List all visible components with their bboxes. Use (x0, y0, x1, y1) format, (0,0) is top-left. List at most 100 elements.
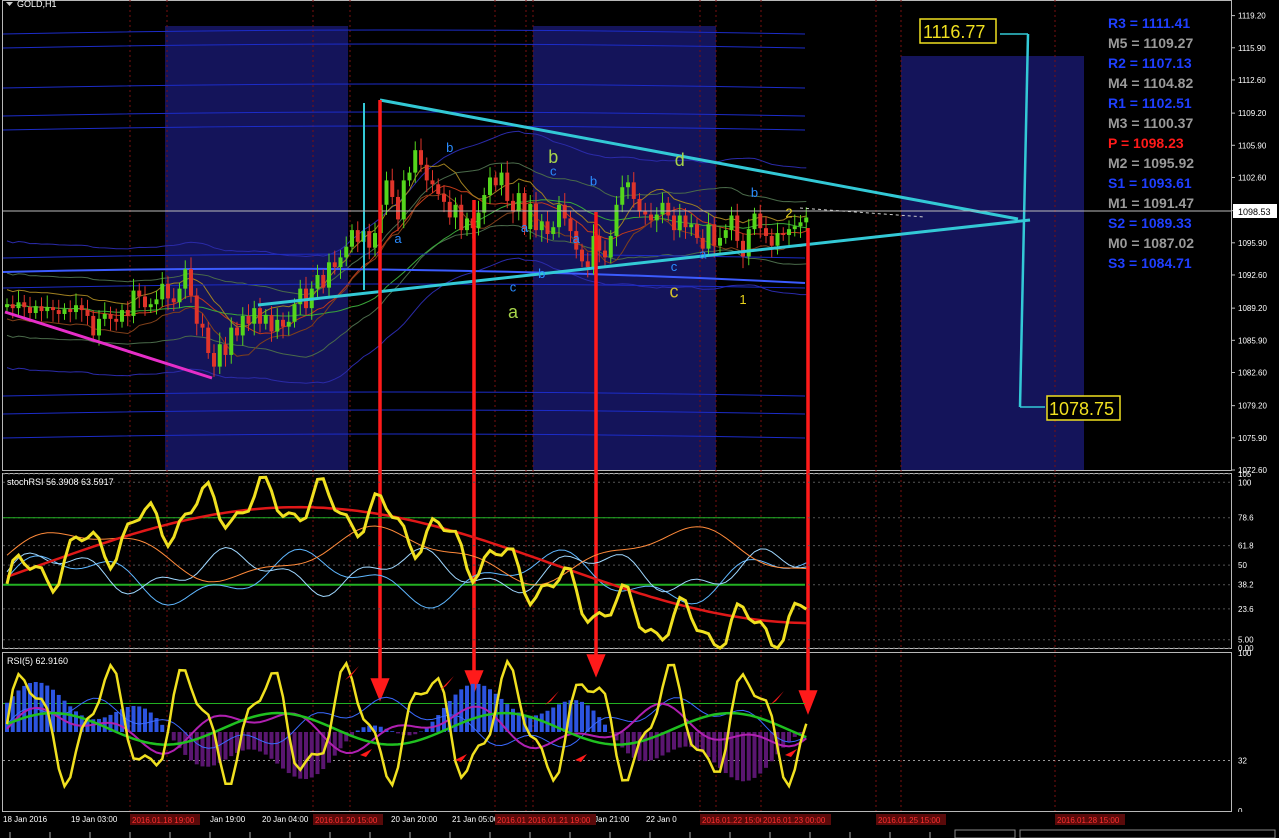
candle-body (643, 211, 648, 215)
rsi-histogram-bar (758, 732, 763, 774)
pivot-level: M1 = 1091.47 (1108, 195, 1194, 211)
time-axis: 18 Jan 2016 19 Jan 03:00 Jan 19:00 20 Jan 0… (0, 812, 1279, 838)
rsi-histogram-bar (574, 700, 579, 732)
pivot-level: S2 = 1089.33 (1108, 215, 1192, 231)
rsi-histogram-bar (137, 706, 142, 732)
candle-body (148, 304, 153, 308)
candle-body (396, 196, 400, 220)
candle-body (798, 222, 803, 227)
candle-body (258, 308, 262, 324)
pivot-level: M0 = 1087.02 (1108, 235, 1194, 251)
rsi-histogram-bar (378, 726, 383, 732)
candle-body (171, 298, 176, 303)
scrollbar-track[interactable] (1019, 829, 1276, 838)
candle-body (350, 230, 354, 247)
wave-label: d (675, 150, 685, 170)
candle-body (758, 213, 763, 229)
candle-body (338, 257, 343, 268)
candle-body (373, 233, 377, 248)
candle-body (223, 344, 228, 355)
candle-body (183, 269, 188, 289)
date-marker-text: 2016.01.28 15:00 (1057, 816, 1120, 825)
pivot-level: R2 = 1107.13 (1108, 55, 1192, 71)
candle-body (125, 310, 130, 316)
scrollbar-thumb[interactable] (954, 829, 1016, 838)
candle-body (614, 204, 619, 236)
candle-body (752, 213, 757, 230)
price-tick-label: 1075.90 (1238, 434, 1267, 443)
candle-body (74, 305, 78, 313)
target-high-text: 1116.77 (923, 22, 985, 42)
rsi-histogram-bar (143, 708, 147, 732)
candle-body (217, 344, 222, 367)
candle-body (212, 352, 216, 367)
rsi-histogram-bar (114, 711, 119, 732)
candle-body (321, 274, 326, 288)
rsi-histogram-bar (62, 700, 67, 732)
rsi-histogram-bar (580, 701, 584, 732)
current-price-badge: 1098.53 (1233, 204, 1277, 218)
candle-body (315, 274, 320, 289)
candle-body (120, 310, 124, 322)
wave-label: a (508, 302, 519, 322)
pivot-level: M4 = 1104.82 (1108, 75, 1193, 91)
candle-body (729, 215, 734, 231)
candle-body (804, 217, 809, 223)
candle-body (562, 204, 567, 219)
candle-body (787, 229, 791, 235)
candle-body (649, 214, 653, 221)
rsi-histogram-bar (442, 707, 446, 732)
candle-body (488, 177, 492, 196)
price-tick-label: 1109.20 (1238, 109, 1267, 118)
candle-body (5, 304, 9, 308)
candle-body (200, 323, 205, 328)
candle-body (33, 306, 38, 314)
candle-body (45, 307, 50, 312)
candle-body (332, 262, 337, 268)
candle-body (344, 246, 349, 258)
rsi-histogram-bar (407, 732, 412, 736)
candle-body (240, 315, 245, 336)
candle-body (166, 283, 170, 299)
stoch-tick-label: 100 (1238, 478, 1252, 487)
candle-body (459, 204, 464, 231)
pivot-level: R1 = 1102.51 (1108, 95, 1192, 111)
rsi-histogram-bar (706, 732, 711, 758)
wave-label: 2 (785, 205, 792, 220)
rsi-histogram-bar (551, 707, 556, 732)
wave-label: b (590, 173, 597, 188)
rsi-histogram-bar (332, 732, 337, 756)
time-label: 19 Jan 03:00 (71, 815, 118, 824)
candle-body (154, 299, 159, 305)
target-high-box: 1116.77 (919, 18, 997, 44)
candle-body (677, 215, 682, 231)
rsi-histogram-bar (396, 732, 400, 734)
candle-body (235, 327, 239, 336)
time-label: 20 Jan 04:00 (262, 815, 309, 824)
stoch-label: stochRSI 56.3908 63.5917 (7, 477, 114, 487)
price-tick-label: 1112.60 (1238, 76, 1266, 85)
rsi-tick-label: 32 (1238, 756, 1247, 765)
candle-body (413, 150, 418, 173)
rsi-label: RSI(5) 62.9160 (7, 656, 68, 666)
candle-body (660, 202, 665, 215)
candle-body (769, 235, 774, 246)
candle-body (505, 172, 510, 201)
candle-body (62, 309, 67, 314)
rsi-histogram-bar (194, 732, 199, 765)
rsi-histogram-bar (304, 732, 308, 780)
rsi-histogram-bar (223, 732, 228, 760)
candle-body (131, 290, 136, 316)
candle-body (424, 164, 429, 181)
candle-body (603, 250, 607, 258)
candle-body (712, 224, 717, 246)
rsi-histogram-bar (649, 732, 653, 761)
candle-body (327, 262, 331, 288)
candle-body (16, 302, 21, 309)
candle-body (143, 296, 147, 308)
price-tick-label: 1092.60 (1238, 271, 1267, 280)
candle-body (114, 318, 119, 322)
candle-body (534, 203, 538, 231)
candle-body (735, 215, 740, 241)
wave-label: a (573, 231, 581, 246)
